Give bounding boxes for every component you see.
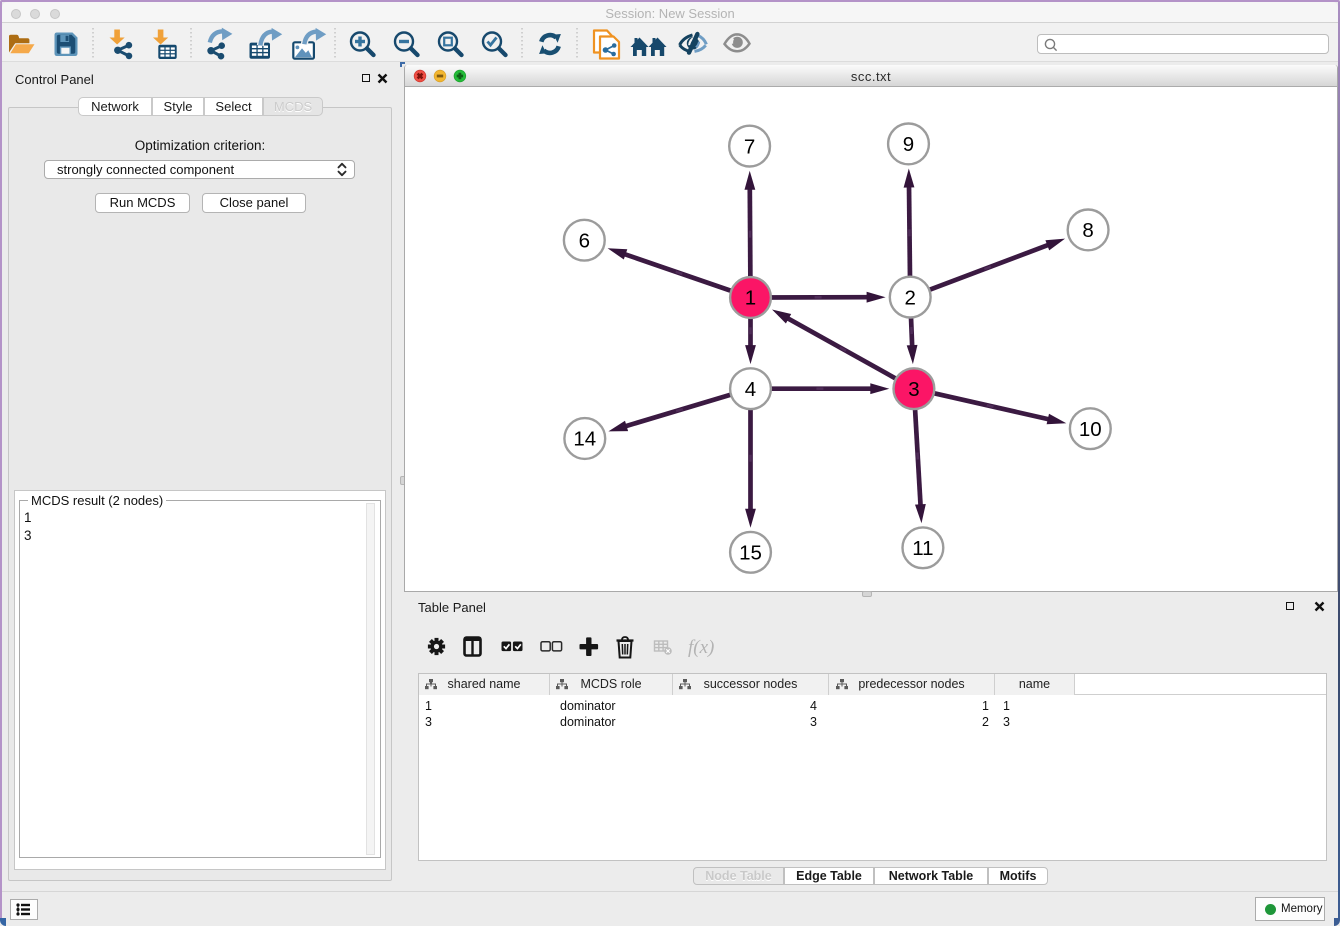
svg-text:4: 4 xyxy=(745,378,756,401)
svg-text:f(x): f(x) xyxy=(688,637,714,658)
svg-text:8: 8 xyxy=(1082,219,1093,242)
svg-text:1: 1 xyxy=(745,287,756,310)
svg-text:6: 6 xyxy=(579,229,590,252)
svg-text:15: 15 xyxy=(739,542,762,565)
svg-text:2: 2 xyxy=(904,286,915,309)
svg-text:3: 3 xyxy=(908,378,919,401)
svg-text:9: 9 xyxy=(903,133,914,156)
svg-text:10: 10 xyxy=(1079,418,1102,441)
svg-text:11: 11 xyxy=(912,537,933,560)
svg-text:14: 14 xyxy=(573,428,596,451)
svg-text:7: 7 xyxy=(744,135,755,158)
